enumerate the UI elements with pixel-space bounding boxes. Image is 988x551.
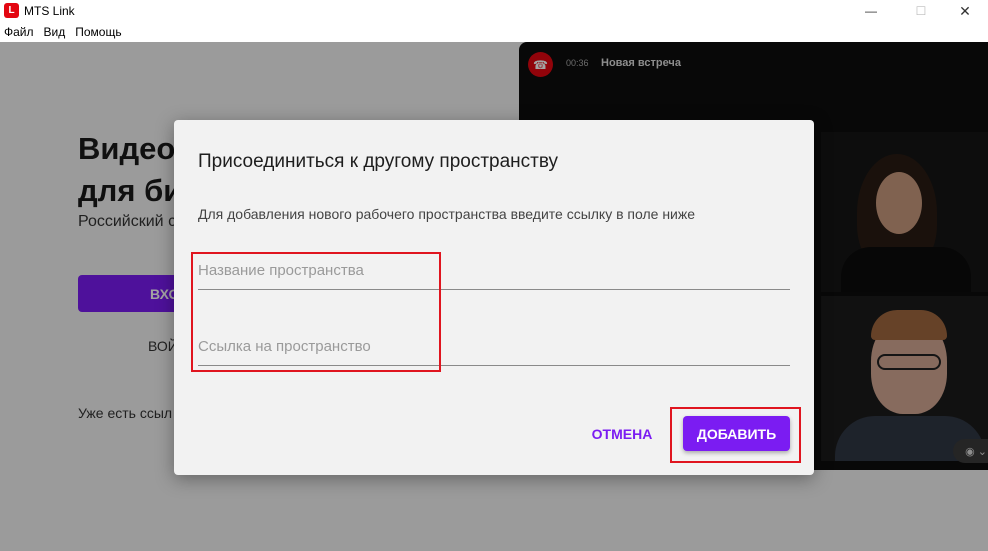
menu-help[interactable]: Помощь <box>75 25 121 39</box>
dialog-title: Присоединиться к другому пространству <box>198 151 559 172</box>
menu-file[interactable]: Файл <box>4 25 34 39</box>
menu-bar: Файл Вид Помощь <box>0 22 988 42</box>
close-button[interactable]: ✕ <box>942 0 988 22</box>
app-logo-icon: L <box>4 3 19 18</box>
minimize-button[interactable]: — <box>848 0 894 22</box>
space-name-field <box>198 252 790 290</box>
cancel-button[interactable]: ОТМЕНА <box>584 417 660 451</box>
space-name-input[interactable] <box>198 252 790 289</box>
maximize-button[interactable]: ☐ <box>898 0 944 22</box>
join-space-dialog: Присоединиться к другому пространству Дл… <box>174 120 814 475</box>
window-title: MTS Link <box>24 4 75 18</box>
space-link-input[interactable] <box>198 328 790 365</box>
space-link-field <box>198 328 790 366</box>
menu-view[interactable]: Вид <box>44 25 66 39</box>
title-bar: L MTS Link — ☐ ✕ <box>0 0 988 22</box>
dialog-description: Для добавления нового рабочего пространс… <box>198 206 696 222</box>
add-button[interactable]: ДОБАВИТЬ <box>683 416 790 451</box>
